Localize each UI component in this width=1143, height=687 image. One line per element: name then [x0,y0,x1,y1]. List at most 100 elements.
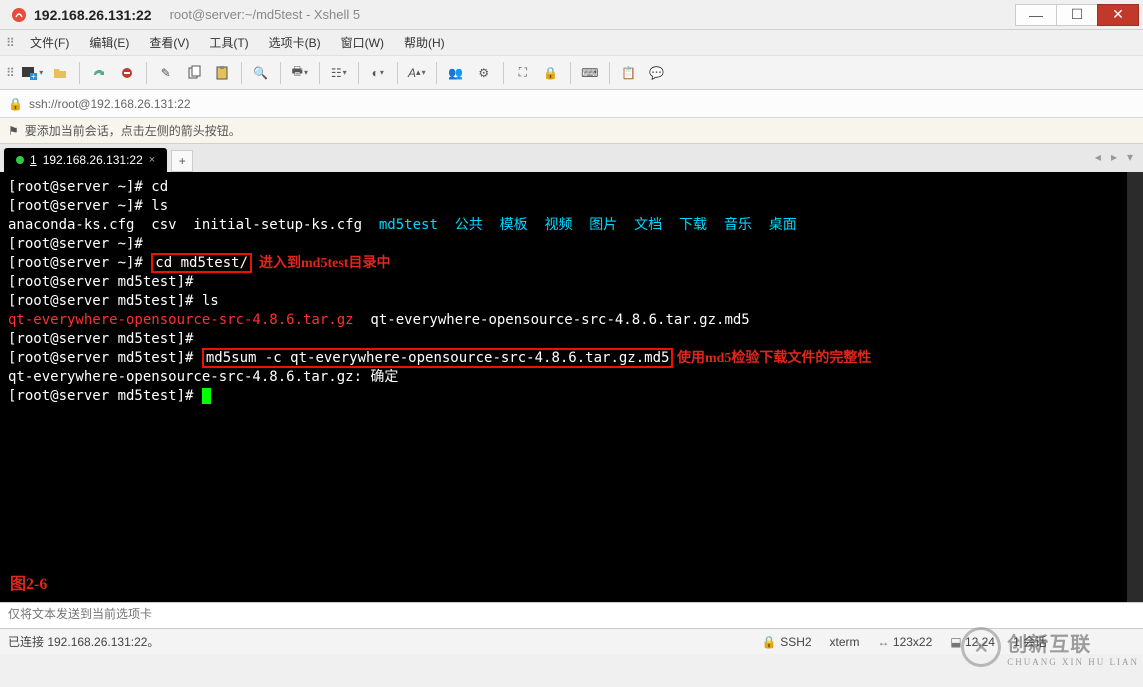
menu-tools[interactable]: 工具(T) [199,31,258,54]
menu-bar: ⠿ 文件(F) 编辑(E) 查看(V) 工具(T) 选项卡(B) 窗口(W) 帮… [0,30,1143,56]
term-line: [root@server md5test]# [8,388,202,404]
tab-list-button[interactable]: ▾ [1123,148,1137,166]
svg-text:+: + [31,72,36,81]
lock-icon[interactable]: 🔒 [538,60,564,86]
users-button[interactable]: 👥 [443,60,469,86]
find-button[interactable]: 🔍 [248,60,274,86]
highlighter-button[interactable]: ✎ [153,60,179,86]
term-line: [root@server ~]# [8,236,143,252]
send-input[interactable] [8,607,1135,621]
separator [146,62,147,84]
separator [397,62,398,84]
address-text: ssh://root@192.168.26.131:22 [29,97,191,111]
lock-icon: 🔒 [762,635,777,649]
tab-prev-button[interactable]: ◂ [1091,148,1105,166]
separator [241,62,242,84]
grip-icon: ⠿ [6,36,16,50]
status-pos: 12,24 [965,635,995,649]
annotation-md5-check: 使用md5检验下载文件的完整性 [673,351,871,366]
separator [503,62,504,84]
term-dirs: md5test 公共 模板 视频 图片 文档 下载 音乐 桌面 [379,217,797,233]
close-button[interactable]: ✕ [1097,4,1139,26]
term-line: [root@server md5test]# [8,274,193,290]
color-scheme-button[interactable]: ◐▾ [365,60,391,86]
window-controls: — ☐ ✕ [1016,4,1139,26]
cursor-icon [202,388,211,404]
script-button[interactable]: 📋 [616,60,642,86]
separator [79,62,80,84]
separator [358,62,359,84]
menu-window[interactable]: 窗口(W) [331,31,394,54]
status-bar: 已连接 192.168.26.131:22。 🔒 SSH2 xterm ↔ 12… [0,628,1143,654]
keyboard-button[interactable]: ⌨ [577,60,603,86]
maximize-button[interactable]: ☐ [1056,4,1098,26]
position-icon: ⬓ [950,635,961,649]
new-session-button[interactable]: +▾ [19,60,45,86]
tab-number: 1 [30,153,37,167]
status-sessions: 1 会话 [1013,633,1047,650]
status-ssh: SSH2 [780,635,811,649]
new-tab-button[interactable]: + [171,150,193,172]
settings-button[interactable]: ⚙ [471,60,497,86]
term-md5file: qt-everywhere-opensource-src-4.8.6.tar.g… [354,312,750,328]
tab-next-button[interactable]: ▸ [1107,148,1121,166]
menu-edit[interactable]: 编辑(E) [79,31,139,54]
session-tabs: 1 192.168.26.131:22 × + ◂ ▸ ▾ [0,144,1143,172]
font-button[interactable]: A▴▾ [404,60,430,86]
chat-button[interactable]: 💬 [644,60,670,86]
disconnect-button[interactable] [114,60,140,86]
window-title-main: 192.168.26.131:22 [34,7,152,23]
terminal-scrollbar[interactable] [1127,172,1143,602]
watermark-sub: CHUANG XIN HU LIAN [1007,657,1139,667]
term-line: [root@server ~]# [8,255,151,271]
term-targz: qt-everywhere-opensource-src-4.8.6.tar.g… [8,312,354,328]
tab-label: 192.168.26.131:22 [43,153,143,167]
info-bar: ⚑ 要添加当前会话，点击左侧的箭头按钮。 [0,118,1143,144]
term-line: [root@server md5test]# [8,350,202,366]
menu-view[interactable]: 查看(V) [139,31,199,54]
paste-button[interactable] [209,60,235,86]
minimize-button[interactable]: — [1015,4,1057,26]
menu-file[interactable]: 文件(F) [20,31,79,54]
info-text: 要添加当前会话，点击左侧的箭头按钮。 [25,122,241,139]
tab-nav: ◂ ▸ ▾ [1091,148,1137,166]
term-line: [root@server md5test]# [8,331,193,347]
terminal[interactable]: [root@server ~]# cd [root@server ~]# ls … [0,172,1143,602]
term-line: [root@server ~]# ls [8,198,168,214]
highlighted-cmd-cd: cd md5test/ [151,253,252,273]
send-bar[interactable] [0,602,1143,628]
separator [609,62,610,84]
term-line: qt-everywhere-opensource-src-4.8.6.tar.g… [8,369,398,385]
status-connection: 已连接 192.168.26.131:22。 [8,633,159,650]
separator [319,62,320,84]
copy-button[interactable] [181,60,207,86]
separator [280,62,281,84]
lock-icon: 🔒 [8,97,23,111]
flag-icon[interactable]: ⚑ [8,124,19,138]
resize-icon: ↔ [878,635,890,649]
status-dot-icon [16,156,24,164]
fullscreen-button[interactable]: ⛶ [510,60,536,86]
properties-button[interactable]: ☷▾ [326,60,352,86]
print-button[interactable]: 🖶▾ [287,60,313,86]
term-line: anaconda-ks.cfg csv initial-setup-ks.cfg [8,217,379,233]
annotation-enter-dir: 进入到md5test目录中 [252,256,390,271]
open-button[interactable] [47,60,73,86]
term-line: [root@server ~]# cd [8,179,168,195]
status-termtype: xterm [830,635,860,649]
term-line: [root@server md5test]# ls [8,293,219,309]
window-title-sub: root@server:~/md5test - Xshell 5 [170,7,361,22]
session-tab-active[interactable]: 1 192.168.26.131:22 × [4,148,167,172]
tool-bar: ⠿ +▾ ✎ 🔍 🖶▾ ☷▾ ◐▾ A▴▾ 👥 ⚙ ⛶ 🔒 ⌨ 📋 💬 [0,56,1143,90]
app-logo-icon [10,6,28,24]
menu-tabs[interactable]: 选项卡(B) [259,31,331,54]
separator [436,62,437,84]
title-bar: 192.168.26.131:22 root@server:~/md5test … [0,0,1143,30]
grip-icon: ⠿ [6,66,17,80]
status-size: 123x22 [893,635,932,649]
highlighted-cmd-md5sum: md5sum -c qt-everywhere-opensource-src-4… [202,348,674,368]
tab-close-icon[interactable]: × [149,154,155,166]
address-bar[interactable]: 🔒 ssh://root@192.168.26.131:22 [0,90,1143,118]
menu-help[interactable]: 帮助(H) [394,31,455,54]
reconnect-button[interactable] [86,60,112,86]
